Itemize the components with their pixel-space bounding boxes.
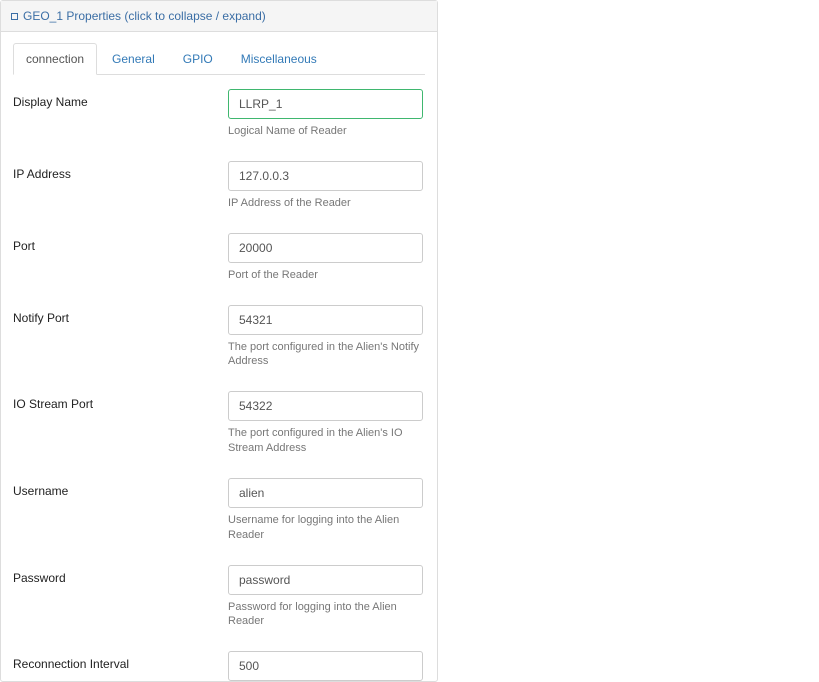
help-password: Password for logging into the Alien Read… xyxy=(228,600,423,630)
input-notify-port[interactable] xyxy=(228,305,423,335)
tab-connection[interactable]: connection xyxy=(13,43,97,75)
row-io-stream-port: IO Stream Port The port configured in th… xyxy=(13,391,425,456)
row-port: Port Port of the Reader xyxy=(13,233,425,283)
input-password[interactable] xyxy=(228,565,423,595)
tab-general[interactable]: General xyxy=(99,43,168,75)
tab-gpio[interactable]: GPIO xyxy=(170,43,226,75)
label-notify-port: Notify Port xyxy=(13,305,228,325)
tab-miscellaneous[interactable]: Miscellaneous xyxy=(228,43,330,75)
label-io-stream-port: IO Stream Port xyxy=(13,391,228,411)
help-ip-address: IP Address of the Reader xyxy=(228,196,423,211)
help-io-stream-port: The port configured in the Alien's IO St… xyxy=(228,426,423,456)
label-username: Username xyxy=(13,478,228,498)
properties-panel: GEO_1 Properties (click to collapse / ex… xyxy=(0,0,438,682)
panel-header-title: GEO_1 Properties (click to collapse / ex… xyxy=(23,9,266,23)
help-display-name: Logical Name of Reader xyxy=(228,124,423,139)
label-password: Password xyxy=(13,565,228,585)
panel-header[interactable]: GEO_1 Properties (click to collapse / ex… xyxy=(1,1,437,32)
input-display-name[interactable] xyxy=(228,89,423,119)
input-reconnection-interval[interactable] xyxy=(228,651,423,681)
label-reconnection-interval: Reconnection Interval xyxy=(13,651,228,671)
label-port: Port xyxy=(13,233,228,253)
input-username[interactable] xyxy=(228,478,423,508)
row-reconnection-interval: Reconnection Interval xyxy=(13,651,425,681)
row-display-name: Display Name Logical Name of Reader xyxy=(13,89,425,139)
panel-body: connection General GPIO Miscellaneous Di… xyxy=(1,32,437,681)
row-notify-port: Notify Port The port configured in the A… xyxy=(13,305,425,370)
label-ip-address: IP Address xyxy=(13,161,228,181)
row-ip-address: IP Address IP Address of the Reader xyxy=(13,161,425,211)
input-port[interactable] xyxy=(228,233,423,263)
help-port: Port of the Reader xyxy=(228,268,423,283)
help-username: Username for logging into the Alien Read… xyxy=(228,513,423,543)
input-io-stream-port[interactable] xyxy=(228,391,423,421)
tabs: connection General GPIO Miscellaneous xyxy=(13,42,425,75)
collapse-icon xyxy=(11,13,18,20)
input-ip-address[interactable] xyxy=(228,161,423,191)
row-password: Password Password for logging into the A… xyxy=(13,565,425,630)
row-username: Username Username for logging into the A… xyxy=(13,478,425,543)
label-display-name: Display Name xyxy=(13,89,228,109)
help-notify-port: The port configured in the Alien's Notif… xyxy=(228,340,423,370)
